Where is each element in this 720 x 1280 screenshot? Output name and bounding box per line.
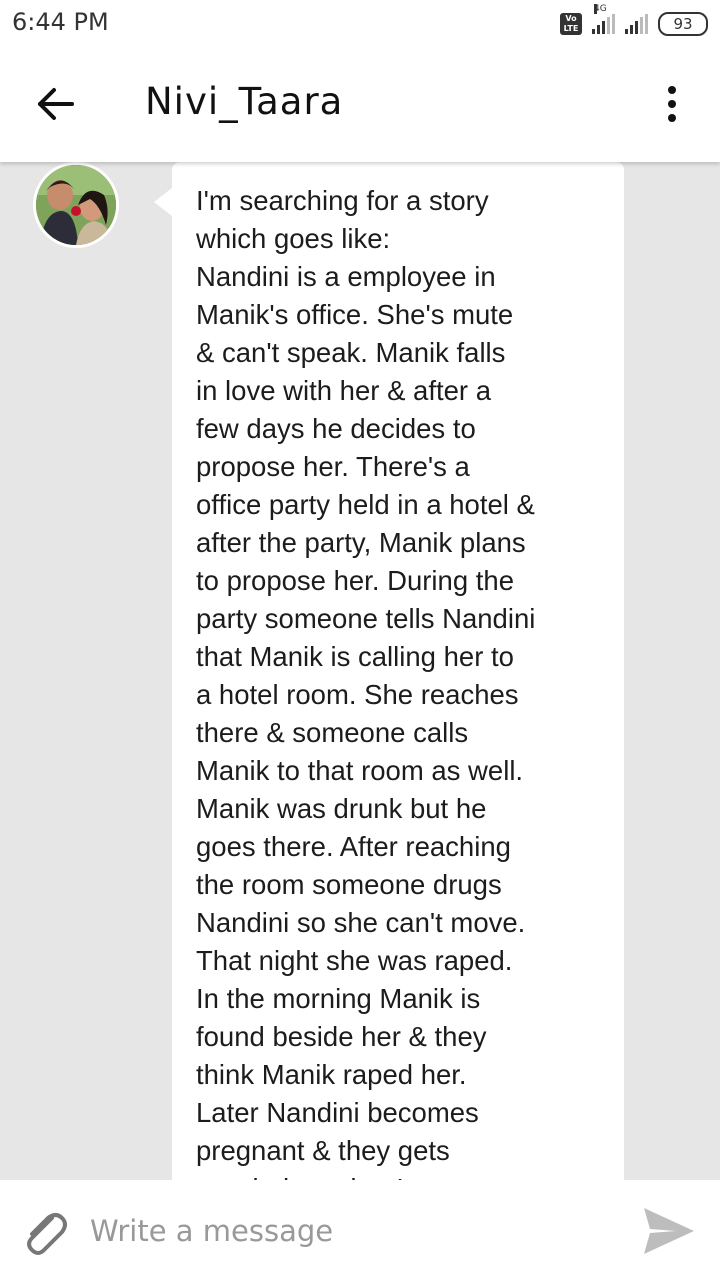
message-composer (0, 1180, 720, 1280)
volte-icon: Vo LTE (560, 13, 582, 35)
chat-area[interactable]: I'm searching for a story which goes lik… (0, 162, 720, 1180)
network-type-label: 4G (594, 4, 607, 14)
battery-icon: 93 (658, 12, 708, 36)
arrow-left-icon (38, 88, 74, 120)
message-input[interactable] (88, 1208, 612, 1254)
avatar-photo (36, 165, 116, 245)
signal-icon-sim2 (625, 14, 648, 34)
app-bar: Nivi_Taara (0, 48, 720, 162)
attach-button[interactable] (18, 1206, 70, 1258)
status-icons: Vo LTE 4G 93 (560, 4, 708, 38)
send-button[interactable] (640, 1204, 698, 1258)
bubble-tail (154, 188, 172, 216)
signal-icon-sim1: 4G (592, 4, 615, 34)
overflow-menu-button[interactable] (654, 86, 690, 128)
message-text: I'm searching for a story which goes lik… (196, 185, 536, 1180)
more-vertical-icon (668, 86, 676, 94)
chat-title[interactable]: Nivi_Taara (145, 80, 343, 123)
status-bar: 6:44 PM Vo LTE 4G 93 (0, 0, 720, 48)
status-time: 6:44 PM (12, 8, 109, 36)
avatar[interactable] (33, 162, 119, 248)
paperclip-icon (27, 1213, 67, 1255)
send-icon (644, 1208, 694, 1254)
back-button[interactable] (28, 82, 84, 126)
